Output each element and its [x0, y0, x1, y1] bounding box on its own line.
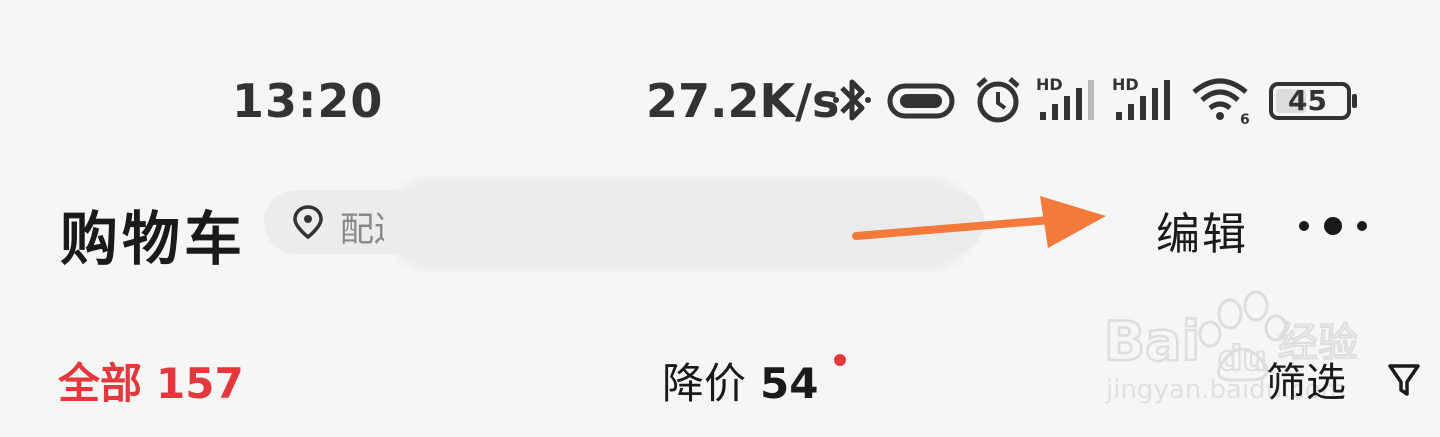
signal-hd-icon: HD	[1112, 75, 1170, 120]
network-speed: 27.2K/s	[646, 74, 840, 128]
svg-text:HD: HD	[1112, 75, 1139, 94]
tab-all-label: 全部	[58, 359, 143, 408]
watermark-brand: Bai	[1104, 310, 1200, 373]
signal-hd-icon: HD	[1036, 75, 1094, 120]
edit-button[interactable]: 编辑	[1156, 198, 1248, 262]
address-text: 配送至	[340, 210, 384, 250]
bluetooth-icon	[833, 79, 871, 121]
vibrate-icon	[887, 83, 955, 119]
filter-button[interactable]: 筛选	[1266, 350, 1346, 408]
battery-icon: 45	[1268, 74, 1360, 126]
filter-funnel-icon[interactable]	[1386, 360, 1422, 400]
status-time: 13:20	[232, 74, 384, 128]
page-title: 购物车	[60, 205, 247, 273]
tab-price-drop-label: 降价	[662, 359, 747, 408]
wifi-icon: 6	[1192, 78, 1250, 126]
tab-price-drop[interactable]: 降价 54	[662, 350, 818, 411]
tab-all[interactable]: 全部 157	[58, 350, 244, 411]
tab-price-drop-count: 54	[760, 359, 819, 408]
location-pin-icon	[293, 205, 323, 240]
battery-level: 45	[1288, 84, 1327, 117]
watermark-brand-suffix: du	[1218, 339, 1267, 379]
header: 购物车 配送至 编辑	[0, 170, 1440, 280]
svg-text:6: 6	[1240, 112, 1250, 126]
status-bar: 13:20 27.2K/s HD HD 6 45	[0, 0, 1440, 150]
notification-dot	[834, 354, 846, 366]
annotation-arrow-icon	[852, 196, 1106, 248]
tab-all-count: 157	[156, 359, 244, 408]
alarm-icon	[976, 77, 1020, 123]
more-dots-icon[interactable]	[1296, 206, 1370, 246]
svg-text:HD: HD	[1036, 75, 1063, 94]
